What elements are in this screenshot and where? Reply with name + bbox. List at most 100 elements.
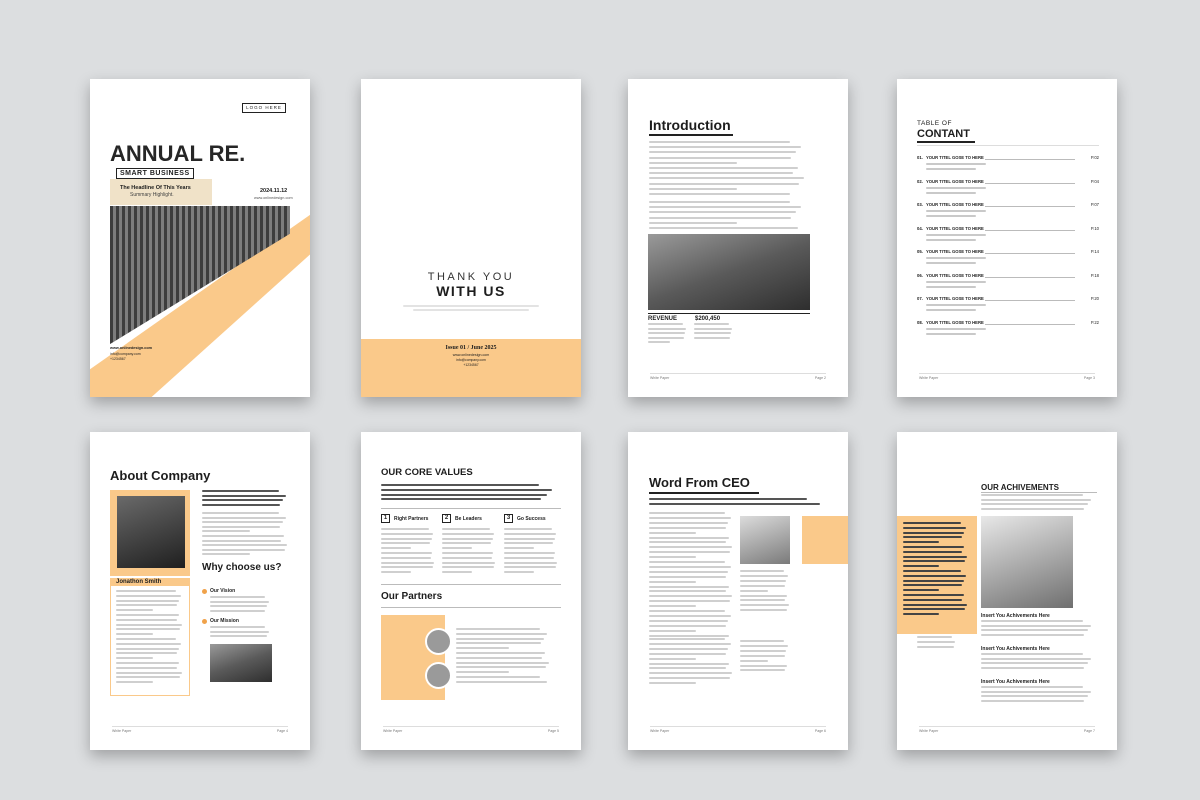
text-line: [504, 542, 553, 545]
text-line: [981, 699, 1085, 702]
text-line: [649, 206, 801, 209]
text-line: [903, 522, 962, 524]
text-line: [649, 624, 726, 627]
toc-entry-title: YOUR TITEL GOSE TO HERE: [926, 249, 984, 254]
text-line: [649, 595, 733, 598]
text-line: [504, 532, 557, 535]
toc-entry[interactable]: 02. YOUR TITEL GOSE TO HERE P.04: [917, 179, 1099, 199]
text-line: [442, 552, 494, 554]
achieve-h2: Insert You Achivements Here: [981, 646, 1050, 652]
text-line: [202, 525, 281, 528]
ceo-page[interactable]: Word From CEO White Paper Page 6: [628, 432, 848, 750]
text-line: [456, 671, 509, 674]
text-line: [740, 649, 786, 652]
text-line: [210, 626, 265, 628]
text-line: [903, 526, 966, 529]
values-title: OUR CORE VALUES: [381, 467, 473, 478]
toc-entry-page: P.07: [1090, 202, 1099, 207]
text-line: [903, 574, 966, 577]
text-line: [456, 656, 543, 659]
achievements-page[interactable]: OUR ACHIVEMENTS Insert You Achivements H…: [897, 432, 1117, 750]
text-line: [981, 498, 1092, 501]
workspace-photo: [210, 644, 272, 682]
text-line: [649, 614, 731, 617]
text-line: [648, 332, 685, 334]
toc-entry[interactable]: 04. YOUR TITEL GOSE TO HERE P.10: [917, 226, 1099, 246]
text-line: [981, 494, 1084, 496]
values-footer: White Paper Page 5: [383, 726, 559, 733]
cover-website: www.onlinedesign.com: [254, 196, 293, 200]
text-line: [504, 566, 556, 569]
toc-entry-number: 07.: [917, 296, 923, 301]
text-line: [649, 642, 731, 645]
text-line: [202, 521, 283, 524]
text-line: [210, 596, 265, 598]
text-line: [649, 536, 729, 539]
cover-title: ANNUAL RE.: [110, 141, 246, 166]
intro-title: Introduction: [649, 117, 731, 133]
text-line: [981, 662, 1088, 665]
text-line: [456, 637, 545, 640]
toc-entry-page: P.02: [1090, 155, 1099, 160]
toc-entry-number: 05.: [917, 249, 923, 254]
toc-entry[interactable]: 05. YOUR TITEL GOSE TO HERE P.14: [917, 249, 1099, 269]
toc-entry[interactable]: 03. YOUR TITEL GOSE TO HERE P.07: [917, 202, 1099, 222]
toc-page[interactable]: TABLE OF CONTANT 01. YOUR TITEL GOSE TO H…: [897, 79, 1117, 397]
man-photo: [117, 496, 185, 568]
text-line: [740, 589, 768, 592]
toc-entry-leader: [985, 253, 1075, 254]
text-line: [202, 548, 285, 551]
about-footer: White Paper Page 4: [112, 726, 288, 733]
toc-entry[interactable]: 06. YOUR TITEL GOSE TO HERE P.18: [917, 273, 1099, 293]
text-line: [649, 151, 797, 154]
toc-entry-title: YOUR TITEL GOSE TO HERE: [926, 202, 984, 207]
cover-page[interactable]: LOGO HERE ANNUAL RE. SMART BUSINESS The …: [90, 79, 310, 397]
core-values-page[interactable]: OUR CORE VALUES 1 Right Partners 2 Be Le…: [361, 432, 581, 750]
value-3-number: 3: [504, 514, 513, 523]
text-line: [649, 565, 731, 568]
text-line: [649, 652, 726, 655]
text-line: [442, 566, 494, 569]
text-line: [649, 619, 729, 622]
text-line: [456, 652, 546, 654]
cover-headline: The Headline Of This Years: [120, 185, 191, 191]
text-line: [202, 512, 280, 514]
text-line: [649, 605, 697, 608]
text-line: [649, 634, 729, 637]
text-line: [456, 680, 548, 683]
achieve-h1: Insert You Achivements Here: [981, 613, 1050, 619]
text-line: [202, 544, 288, 547]
text-line: [116, 618, 178, 621]
text-line: [981, 690, 1092, 693]
text-line: [649, 551, 730, 554]
toc-entry[interactable]: 08. YOUR TITEL GOSE TO HERE P.22: [917, 320, 1099, 340]
toc-entry[interactable]: 07. YOUR TITEL GOSE TO HERE P.20: [917, 296, 1099, 316]
about-company-page[interactable]: About Company Jonathon Smith Why choose …: [90, 432, 310, 750]
text-line: [442, 532, 495, 535]
text-line: [981, 653, 1084, 655]
text-line: [740, 574, 788, 577]
ceo-footer: White Paper Page 6: [650, 726, 826, 733]
value-1-label: Right Partners: [394, 516, 429, 522]
text-line: [649, 600, 730, 603]
text-line: [116, 594, 181, 597]
toc-entry-number: 06.: [917, 272, 923, 278]
text-line: [649, 498, 808, 500]
text-line: [649, 193, 790, 195]
text-line: [381, 542, 430, 545]
text-line: [694, 327, 732, 330]
text-line: [649, 585, 729, 588]
introduction-page[interactable]: Introduction REVENUE $200,450 White Pape…: [628, 79, 848, 397]
text-line: [202, 535, 284, 537]
text-line: [210, 609, 266, 612]
text-line: [649, 167, 798, 169]
text-line: [116, 623, 182, 626]
text-line: [442, 556, 492, 559]
value-2-number: 2: [442, 514, 451, 523]
toc-entry-page: P.22: [1090, 319, 1099, 325]
text-line: [981, 666, 1085, 669]
toc-entry[interactable]: 01. YOUR TITEL GOSE TO HERE P.02: [917, 155, 1099, 175]
value-3-label: Go Success: [517, 516, 546, 522]
about-title: About Company: [110, 468, 211, 483]
thank-you-page[interactable]: THANK YOU WITH US Issue 01 / June 2025 w…: [361, 79, 581, 397]
